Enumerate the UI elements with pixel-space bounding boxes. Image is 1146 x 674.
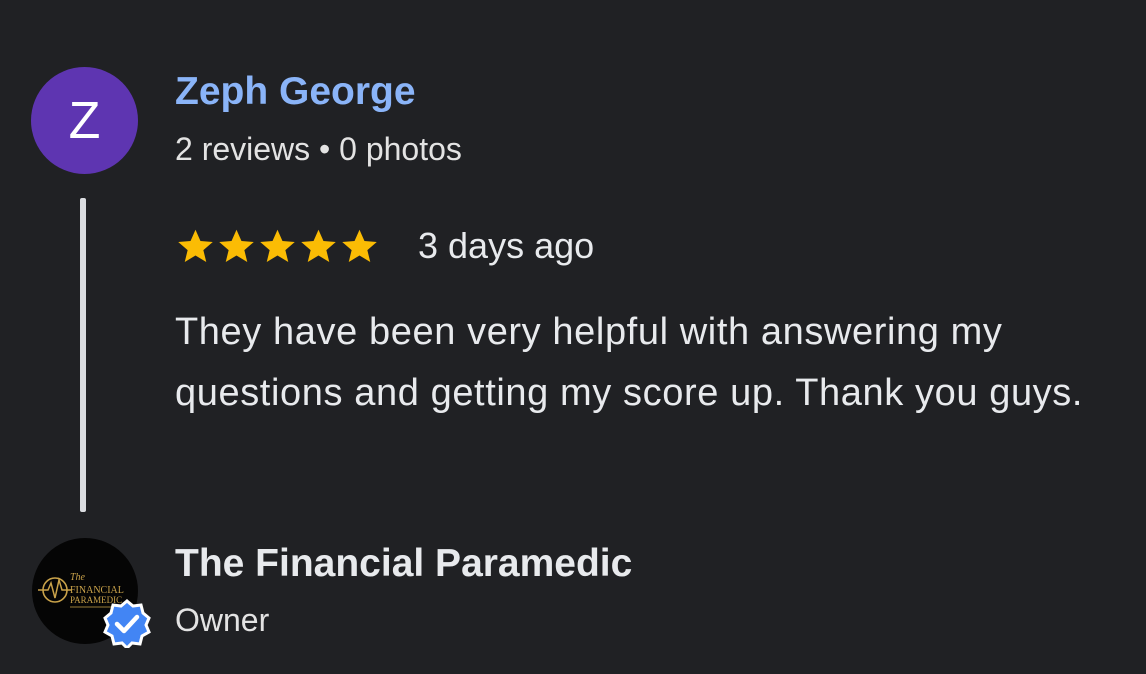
review-text: They have been very helpful with answeri…: [175, 311, 1084, 414]
star-icon: [260, 229, 295, 262]
star-icon: [219, 229, 254, 262]
verified-check-icon: [103, 599, 151, 648]
owner-name-link[interactable]: The Financial Paramedic: [175, 542, 632, 586]
reviewer-name-link[interactable]: Zeph George: [175, 70, 416, 114]
star-icon: [342, 229, 377, 262]
star-rating: [175, 226, 380, 267]
rating-row: 3 days ago: [175, 222, 594, 270]
star-icon: [178, 229, 213, 262]
reviewer-avatar-initial: Z: [68, 91, 101, 150]
thread-divider: [80, 198, 86, 512]
review-timestamp: 3 days ago: [418, 225, 595, 266]
review-card: Z Zeph George 2 reviews • 0 photos 3 day…: [0, 0, 1146, 674]
owner-role-label: Owner: [175, 602, 270, 638]
reviewer-meta: 2 reviews • 0 photos: [175, 131, 462, 167]
star-icon: [301, 229, 336, 262]
reviewer-avatar[interactable]: Z: [31, 67, 138, 174]
logo-text-the: The: [70, 572, 86, 583]
